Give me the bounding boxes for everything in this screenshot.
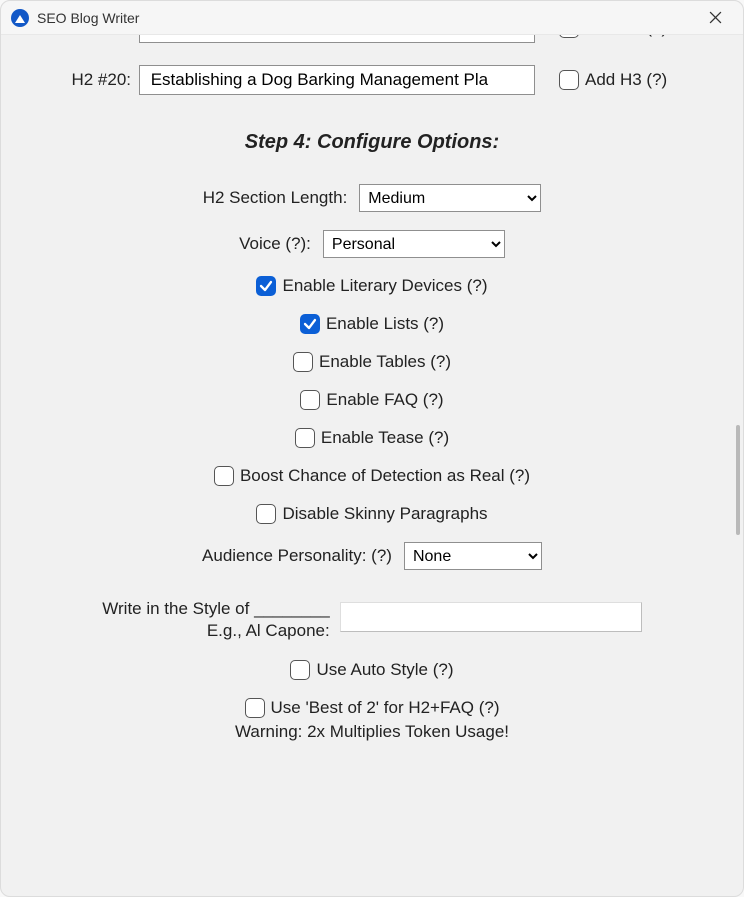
add-h3-20-checkbox[interactable]	[559, 70, 579, 90]
enable-faq-checkbox[interactable]	[300, 390, 320, 410]
h2-input-19[interactable]	[139, 35, 535, 43]
voice-select[interactable]: Personal	[323, 230, 505, 258]
h2-label-20: H2 #20:	[59, 70, 131, 90]
add-h3-19[interactable]: Add H3 (?)	[559, 35, 667, 38]
best-of-2-warning: Warning: 2x Multiplies Token Usage!	[1, 722, 743, 742]
enable-literary-checkbox[interactable]	[256, 276, 276, 296]
row-write-style: Write in the Style of ________ E.g., Al …	[1, 598, 743, 642]
vertical-scrollbar-thumb[interactable]	[736, 425, 740, 535]
row-audience-personality: Audience Personality: (?) None	[1, 542, 743, 570]
enable-tables-label: Enable Tables (?)	[319, 352, 451, 372]
window-title: SEO Blog Writer	[37, 10, 139, 26]
titlebar: SEO Blog Writer	[1, 1, 743, 35]
add-h3-20-label: Add H3 (?)	[585, 70, 667, 90]
enable-tease-checkbox[interactable]	[295, 428, 315, 448]
row-boost-detection: Boost Chance of Detection as Real (?)	[1, 466, 743, 486]
disable-skinny-label: Disable Skinny Paragraphs	[282, 504, 487, 524]
row-enable-tables: Enable Tables (?)	[1, 352, 743, 372]
best-of-2-label: Use 'Best of 2' for H2+FAQ (?)	[271, 698, 500, 718]
add-h3-19-label: Add H3 (?)	[585, 35, 667, 38]
audience-personality-label: Audience Personality: (?)	[202, 546, 392, 566]
add-h3-20[interactable]: Add H3 (?)	[559, 70, 667, 90]
auto-style-label: Use Auto Style (?)	[316, 660, 453, 680]
add-h3-19-checkbox[interactable]	[559, 35, 579, 38]
h2-section-length-label: H2 Section Length:	[203, 188, 348, 208]
enable-lists-checkbox[interactable]	[300, 314, 320, 334]
h2-label-19: H2 #19:	[59, 35, 131, 38]
voice-label: Voice (?):	[239, 234, 311, 254]
enable-lists-label: Enable Lists (?)	[326, 314, 444, 334]
write-style-line1: Write in the Style of ________	[102, 598, 329, 620]
row-h2-section-length: H2 Section Length: Medium	[1, 184, 743, 212]
enable-tables-checkbox[interactable]	[293, 352, 313, 372]
enable-tease-label: Enable Tease (?)	[321, 428, 449, 448]
step4-heading: Step 4: Configure Options:	[1, 131, 743, 154]
auto-style-checkbox[interactable]	[290, 660, 310, 680]
enable-faq-label: Enable FAQ (?)	[326, 390, 443, 410]
row-enable-faq: Enable FAQ (?)	[1, 390, 743, 410]
write-style-labels: Write in the Style of ________ E.g., Al …	[102, 598, 329, 642]
boost-detection-label: Boost Chance of Detection as Real (?)	[240, 466, 530, 486]
best-of-2-checkbox[interactable]	[245, 698, 265, 718]
row-voice: Voice (?): Personal	[1, 230, 743, 258]
h2-input-20[interactable]	[139, 65, 535, 95]
disable-skinny-checkbox[interactable]	[256, 504, 276, 524]
write-style-line2: E.g., Al Capone:	[102, 620, 329, 642]
row-disable-skinny: Disable Skinny Paragraphs	[1, 504, 743, 524]
write-style-input[interactable]	[340, 602, 642, 632]
row-enable-lists: Enable Lists (?)	[1, 314, 743, 334]
h2-row-19: H2 #19: Add H3 (?)	[1, 35, 743, 43]
close-icon	[709, 11, 722, 24]
app-icon	[11, 9, 29, 27]
form-area: H2 #19: Add H3 (?) H2 #20: Add H3 (	[1, 35, 743, 896]
row-enable-tease: Enable Tease (?)	[1, 428, 743, 448]
close-button[interactable]	[693, 3, 737, 33]
row-enable-literary: Enable Literary Devices (?)	[1, 276, 743, 296]
enable-literary-label: Enable Literary Devices (?)	[282, 276, 487, 296]
h2-section-length-select[interactable]: Medium	[359, 184, 541, 212]
boost-detection-checkbox[interactable]	[214, 466, 234, 486]
row-best-of-2: Use 'Best of 2' for H2+FAQ (?)	[1, 698, 743, 718]
h2-row-20: H2 #20: Add H3 (?)	[1, 65, 743, 95]
app-window: SEO Blog Writer H2 #19: Add H3 (?)	[0, 0, 744, 897]
audience-personality-select[interactable]: None	[404, 542, 542, 570]
row-auto-style: Use Auto Style (?)	[1, 660, 743, 680]
